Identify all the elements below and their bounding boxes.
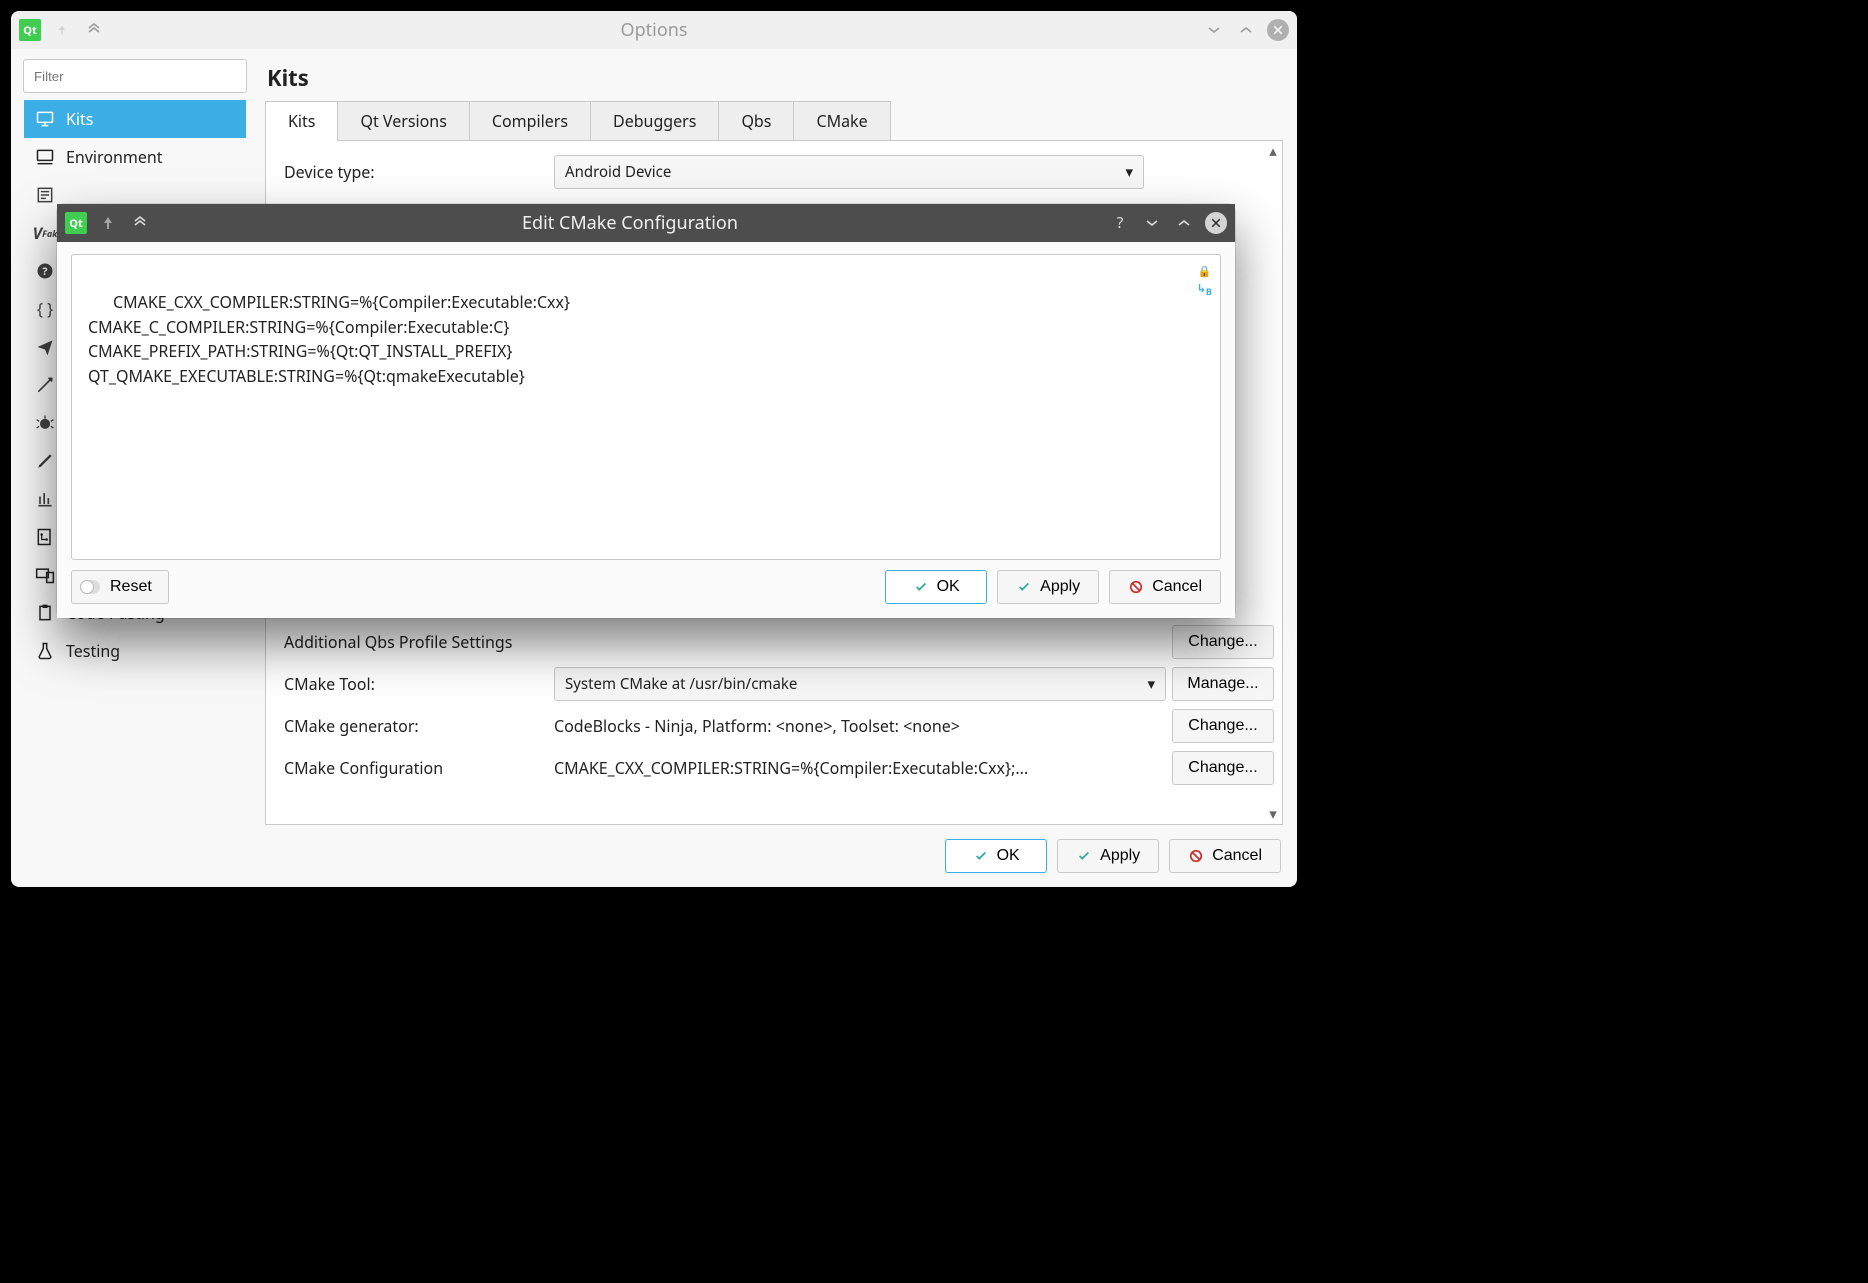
row-cmake-generator: CMake generator: CodeBlocks - Ninja, Pla… — [284, 705, 1274, 747]
select-device-type[interactable]: Android Device ▾ — [554, 155, 1144, 189]
tab-cmake[interactable]: CMake — [794, 101, 890, 140]
cancel-button[interactable]: Cancel — [1169, 839, 1281, 873]
manage-button[interactable]: Manage... — [1172, 667, 1274, 701]
flask-icon — [34, 640, 56, 662]
row-cmake-tool: CMake Tool: System CMake at /usr/bin/cma… — [284, 663, 1274, 705]
row-cmake-config: CMake Configuration CMAKE_CXX_COMPILER:S… — [284, 747, 1274, 789]
help-icon[interactable]: ? — [1109, 212, 1131, 234]
chevron-up-icon[interactable] — [1235, 19, 1257, 41]
modal-apply-button[interactable]: Apply — [997, 570, 1099, 604]
pin-icon[interactable] — [51, 19, 73, 41]
label-cmake-generator: CMake generator: — [284, 715, 548, 737]
chevrons-up-icon[interactable] — [83, 19, 105, 41]
change-button-config[interactable]: Change... — [1172, 751, 1274, 785]
chart-icon — [34, 488, 56, 510]
sidebar-item-environment[interactable]: Environment — [24, 138, 246, 176]
variable-chooser-icon[interactable]: 🔒 ↳B — [1197, 263, 1212, 299]
qt-icon — [19, 19, 41, 41]
sidebar-item-kits[interactable]: Kits — [24, 100, 246, 138]
apply-button[interactable]: Apply — [1057, 839, 1159, 873]
value-cmake-config: CMAKE_CXX_COMPILER:STRING=%{Compiler:Exe… — [554, 757, 1166, 779]
svg-text:?: ? — [42, 264, 47, 279]
tabs: Kits Qt Versions Compilers Debuggers Qbs… — [265, 101, 1283, 141]
select-value: System CMake at /usr/bin/cmake — [565, 674, 797, 694]
cmake-config-textarea[interactable]: CMAKE_CXX_COMPILER:STRING=%{Compiler:Exe… — [71, 254, 1221, 560]
tab-compilers[interactable]: Compilers — [470, 101, 591, 140]
sidebar-item-label: Kits — [66, 108, 93, 130]
stop-icon — [1128, 579, 1144, 595]
plane-icon — [34, 336, 56, 358]
row-qbs-profile: Additional Qbs Profile Settings Change..… — [284, 621, 1274, 663]
wand-icon — [34, 374, 56, 396]
braces-icon: { } — [34, 298, 56, 320]
textarea-content: CMAKE_CXX_COMPILER:STRING=%{Compiler:Exe… — [88, 291, 570, 387]
tab-kits[interactable]: Kits — [265, 101, 338, 140]
monitor-icon — [34, 108, 56, 130]
scroll-up-icon[interactable]: ▴ — [1266, 143, 1280, 159]
qt-icon — [65, 212, 87, 234]
chevron-down-icon: ▾ — [1147, 674, 1155, 694]
edit-cmake-modal: Edit CMake Configuration ? CMAKE_CXX_COM… — [57, 204, 1235, 618]
modal-button-bar: Reset OK Apply Cancel — [71, 570, 1221, 604]
options-title: Options — [115, 18, 1193, 42]
modal-title: Edit CMake Configuration — [161, 211, 1099, 235]
chevron-up-icon[interactable] — [1173, 212, 1195, 234]
check-icon — [1076, 848, 1092, 864]
select-cmake-tool[interactable]: System CMake at /usr/bin/cmake ▾ — [554, 667, 1166, 701]
desktop-icon — [34, 146, 56, 168]
chevron-down-icon: ▾ — [1125, 162, 1133, 182]
label-cmake-config: CMake Configuration — [284, 757, 548, 779]
help-icon: ? — [34, 260, 56, 282]
branch-icon — [34, 526, 56, 548]
close-icon[interactable] — [1205, 212, 1227, 234]
label-device-type: Device type: — [284, 161, 548, 183]
value-cmake-generator: CodeBlocks - Ninja, Platform: <none>, To… — [554, 715, 1166, 737]
modal-body: CMAKE_CXX_COMPILER:STRING=%{Compiler:Exe… — [57, 242, 1235, 618]
stop-icon — [1188, 848, 1204, 864]
tab-qbs[interactable]: Qbs — [719, 101, 794, 140]
check-icon — [973, 848, 989, 864]
filter-input[interactable] — [23, 59, 247, 93]
options-button-bar: OK Apply Cancel — [265, 825, 1283, 873]
devices-icon — [34, 564, 56, 586]
lock-icon: 🔒 — [1197, 263, 1211, 280]
page-title: Kits — [267, 63, 1283, 93]
pin-icon[interactable] — [97, 212, 119, 234]
row-device-type: Device type: Android Device ▾ — [284, 151, 1274, 193]
sidebar-item-testing[interactable]: Testing — [24, 632, 246, 670]
select-value: Android Device — [565, 162, 671, 182]
clipboard-icon — [34, 602, 56, 624]
chevron-down-icon[interactable] — [1203, 19, 1225, 41]
vim-icon: VFak — [34, 222, 56, 244]
modal-titlebar[interactable]: Edit CMake Configuration ? — [57, 204, 1235, 242]
text-editor-icon — [34, 184, 56, 206]
options-titlebar[interactable]: Options — [11, 11, 1297, 49]
modal-ok-button[interactable]: OK — [885, 570, 987, 604]
check-icon — [1016, 579, 1032, 595]
change-button-generator[interactable]: Change... — [1172, 709, 1274, 743]
chevron-down-icon[interactable] — [1141, 212, 1163, 234]
label-qbs-profile: Additional Qbs Profile Settings — [284, 631, 1166, 653]
sidebar-item-label: Testing — [66, 640, 120, 662]
sidebar-item-label: Environment — [66, 146, 163, 168]
ok-button[interactable]: OK — [945, 839, 1047, 873]
change-button-qbs[interactable]: Change... — [1172, 625, 1274, 659]
tab-qt-versions[interactable]: Qt Versions — [338, 101, 469, 140]
tab-debuggers[interactable]: Debuggers — [591, 101, 719, 140]
scrollbar[interactable]: ▴ ▾ — [1266, 143, 1280, 822]
bug-icon — [34, 412, 56, 434]
pencil-icon — [34, 450, 56, 472]
check-icon — [913, 579, 929, 595]
chevrons-up-icon[interactable] — [129, 212, 151, 234]
close-icon[interactable] — [1267, 19, 1289, 41]
reset-toggle[interactable]: Reset — [71, 570, 169, 604]
label-cmake-tool: CMake Tool: — [284, 673, 548, 695]
scroll-down-icon[interactable]: ▾ — [1266, 806, 1280, 822]
modal-cancel-button[interactable]: Cancel — [1109, 570, 1221, 604]
